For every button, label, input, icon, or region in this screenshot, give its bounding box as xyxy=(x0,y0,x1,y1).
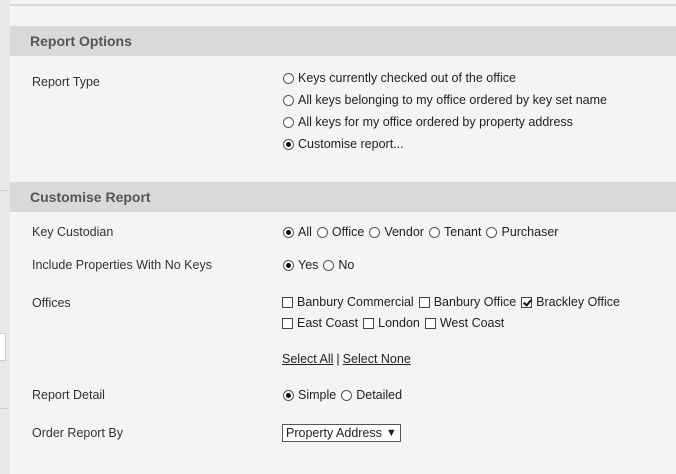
key-custodian-options: All Office Vendor Tenant Purchaser xyxy=(283,225,563,239)
report-type-option-checked-out[interactable]: Keys currently checked out of the office xyxy=(283,71,516,85)
office-label: West Coast xyxy=(439,316,505,330)
radio-selected-icon[interactable] xyxy=(283,226,294,238)
office-select-links: Select All | Select None xyxy=(282,352,411,366)
option-label: Customise report... xyxy=(298,137,404,151)
checkbox-icon[interactable] xyxy=(282,296,293,308)
report-options-header: Report Options xyxy=(10,26,676,56)
offices-row-1: Banbury Commercial Banbury Office Brackl… xyxy=(282,295,625,309)
key-custodian-office[interactable]: Office xyxy=(316,225,365,239)
option-label: Tenant xyxy=(443,225,482,239)
radio-icon[interactable] xyxy=(283,72,294,84)
radio-icon[interactable] xyxy=(283,94,294,106)
option-label: No xyxy=(338,258,355,272)
include-no-keys-label: Include Properties With No Keys xyxy=(32,258,212,272)
office-london[interactable]: London xyxy=(363,316,420,330)
office-banbury-commercial[interactable]: Banbury Commercial xyxy=(282,295,414,309)
report-type-option-customise[interactable]: Customise report... xyxy=(283,137,404,151)
radio-icon[interactable] xyxy=(428,226,440,238)
select-none-link[interactable]: Select None xyxy=(343,352,411,366)
report-detail-label: Report Detail xyxy=(32,388,105,402)
option-label: All keys belonging to my office ordered … xyxy=(298,93,607,107)
include-no-keys-no[interactable]: No xyxy=(323,258,354,272)
select-all-link[interactable]: Select All xyxy=(282,352,333,366)
left-pane-divider xyxy=(0,408,8,409)
key-custodian-tenant[interactable]: Tenant xyxy=(428,225,482,239)
report-detail-simple[interactable]: Simple xyxy=(283,388,336,402)
option-label: All xyxy=(298,225,312,239)
include-no-keys-options: Yes No xyxy=(283,258,359,272)
checkbox-icon[interactable] xyxy=(424,317,436,329)
key-custodian-label: Key Custodian xyxy=(32,225,114,239)
office-label: London xyxy=(378,316,420,330)
checkbox-icon[interactable] xyxy=(418,296,430,308)
office-banbury-office[interactable]: Banbury Office xyxy=(418,295,517,309)
report-type-option-by-address[interactable]: All keys for my office ordered by proper… xyxy=(283,115,573,129)
link-separator: | xyxy=(336,352,340,366)
option-label: Purchaser xyxy=(501,225,559,239)
key-custodian-vendor[interactable]: Vendor xyxy=(369,225,424,239)
office-label: Banbury Commercial xyxy=(297,295,414,309)
order-by-label: Order Report By xyxy=(32,426,124,440)
option-label: Simple xyxy=(298,388,337,402)
checkbox-icon[interactable] xyxy=(363,317,375,329)
radio-icon[interactable] xyxy=(369,226,381,238)
report-detail-options: Simple Detailed xyxy=(283,388,407,402)
radio-icon[interactable] xyxy=(316,226,328,238)
panel-top-border xyxy=(10,4,676,6)
key-custodian-purchaser[interactable]: Purchaser xyxy=(486,225,558,239)
checkbox-icon[interactable] xyxy=(282,317,293,329)
report-panel: Report Options Report Type Keys currentl… xyxy=(10,0,676,474)
radio-selected-icon[interactable] xyxy=(283,138,294,150)
order-by-selected-value: Property Address xyxy=(286,426,382,440)
left-pane-divider xyxy=(0,190,8,191)
offices-label: Offices xyxy=(32,296,71,310)
chevron-down-icon: ▼ xyxy=(385,427,397,439)
radio-icon[interactable] xyxy=(486,226,498,238)
office-east-coast[interactable]: East Coast xyxy=(282,316,358,330)
include-no-keys-yes[interactable]: Yes xyxy=(283,258,318,272)
option-label: Vendor xyxy=(384,225,424,239)
office-label: East Coast xyxy=(297,316,359,330)
order-by-select[interactable]: Property Address ▼ xyxy=(282,424,401,442)
checkbox-checked-icon[interactable] xyxy=(521,296,533,308)
report-type-option-by-key-set[interactable]: All keys belonging to my office ordered … xyxy=(283,93,607,107)
office-west-coast[interactable]: West Coast xyxy=(424,316,505,330)
radio-icon[interactable] xyxy=(323,259,335,271)
radio-selected-icon[interactable] xyxy=(283,259,294,271)
option-label: Yes xyxy=(298,258,319,272)
option-label: Keys currently checked out of the office xyxy=(298,71,516,85)
key-custodian-all[interactable]: All xyxy=(283,225,312,239)
office-label: Brackley Office xyxy=(536,295,620,309)
option-label: All keys for my office ordered by proper… xyxy=(298,115,573,129)
offices-row-2: East Coast London West Coast xyxy=(282,316,509,330)
left-pane-handle[interactable] xyxy=(0,333,6,361)
office-label: Banbury Office xyxy=(433,295,517,309)
option-label: Office xyxy=(331,225,365,239)
radio-icon[interactable] xyxy=(341,389,353,401)
radio-selected-icon[interactable] xyxy=(283,389,294,401)
report-type-label: Report Type xyxy=(32,75,100,89)
customise-report-header: Customise Report xyxy=(10,182,676,212)
report-detail-detailed[interactable]: Detailed xyxy=(341,388,402,402)
option-label: Detailed xyxy=(356,388,403,402)
radio-icon[interactable] xyxy=(283,116,294,128)
office-brackley-office[interactable]: Brackley Office xyxy=(521,295,620,309)
